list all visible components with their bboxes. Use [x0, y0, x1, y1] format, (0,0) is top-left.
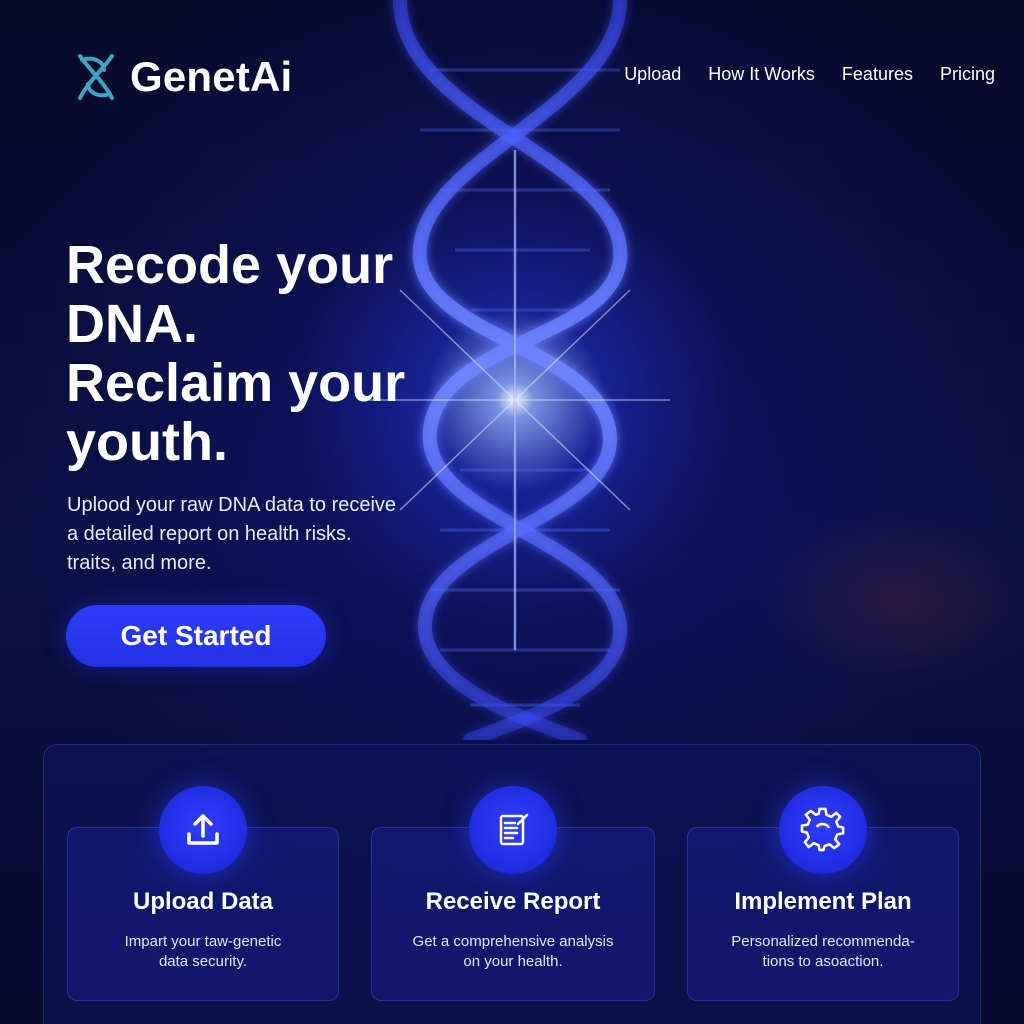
step-description-line: tions to asoaction. [762, 953, 884, 970]
step-title: Upload Data [132, 888, 273, 915]
gear-icon [779, 786, 867, 874]
step-description-line: Impart your taw-genetic [124, 933, 282, 950]
landing-page: GenetAi Upload How It Works Features Pri… [0, 0, 1024, 1024]
step-card-implement-plan[interactable]: Implement Plan Personalized recommenda- … [687, 786, 959, 1001]
brand[interactable]: GenetAi [74, 52, 292, 102]
step-card-upload-data[interactable]: Upload Data Impart your taw-genetic data… [67, 786, 339, 1001]
step-title: Receive Report [425, 888, 601, 915]
nav-item-features[interactable]: Features [842, 64, 913, 85]
upload-icon [159, 786, 247, 874]
step-description-line: Get a comprehensive analysis [412, 933, 614, 950]
nav-item-upload[interactable]: Upload [624, 64, 681, 85]
hero-subtitle-line: a detailed report on health risks. [67, 523, 352, 545]
step-card-receive-report[interactable]: Receive Report Get a comprehensive analy… [371, 786, 655, 1001]
step-description-line: on your health. [463, 953, 563, 970]
main-nav: Upload How It Works Features Pricing [624, 64, 995, 85]
get-started-button[interactable]: Get Started [66, 605, 326, 667]
hero-subtitle: Uplood your raw DNA data to receive a de… [67, 491, 437, 578]
hero-title: Recode your DNA. Reclaim your youth. [66, 236, 486, 472]
hero-title-line: youth. [66, 412, 228, 472]
dna-infinity-logo-icon [78, 54, 114, 100]
step-description-line: Personalized recommenda- [731, 933, 915, 950]
hero-title-line: DNA. [66, 294, 198, 354]
nav-item-pricing[interactable]: Pricing [940, 64, 995, 85]
step-description: Impart your taw-genetic data security. [68, 932, 338, 972]
step-title: Implement Plan [734, 888, 912, 915]
hero-title-line: Reclaim your [66, 353, 406, 413]
hero-subtitle-line: traits, and more. [67, 552, 212, 574]
step-description: Personalized recommenda- tions to asoact… [688, 932, 958, 972]
document-report-icon [469, 786, 557, 874]
step-description: Get a comprehensive analysis on your hea… [372, 932, 654, 972]
step-description-line: data security. [158, 953, 248, 970]
steps-panel: Upload Data Impart your taw-genetic data… [43, 744, 981, 1024]
hero-title-line: Recode your [66, 235, 394, 295]
nav-item-how-it-works[interactable]: How It Works [708, 64, 815, 85]
hero-subtitle-line: Uplood your raw DNA data to receive [67, 494, 397, 516]
brand-name: GenetAi [130, 53, 293, 100]
